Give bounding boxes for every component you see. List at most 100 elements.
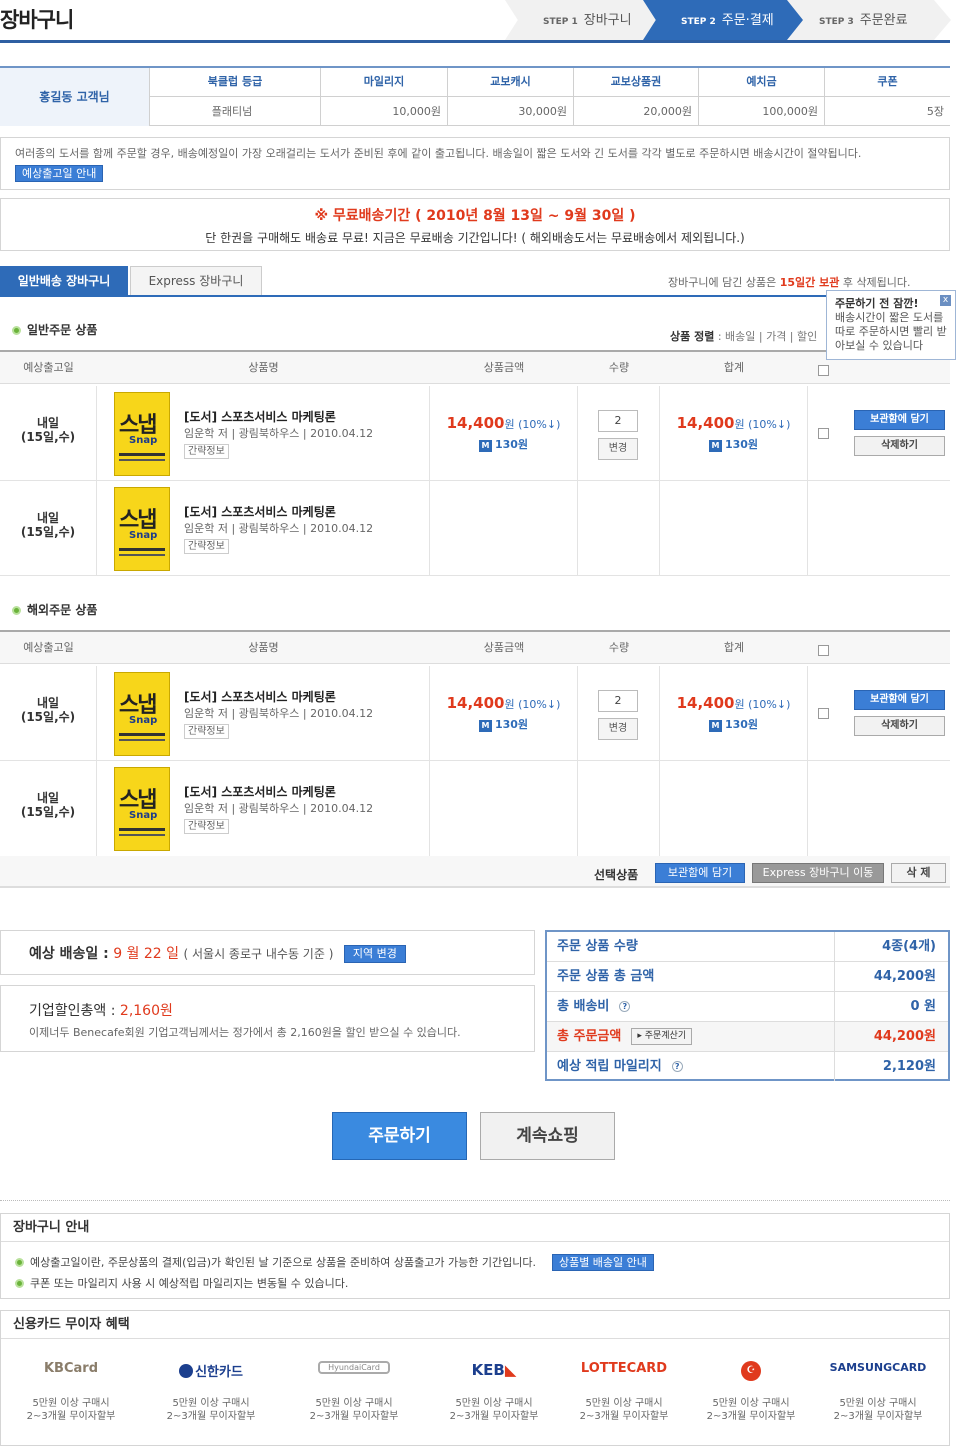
quantity-input[interactable]: 2	[598, 410, 638, 432]
select-all-checkbox[interactable]	[818, 645, 829, 656]
guide-item: 쿠폰 또는 마일리지 사용 시 예상적립 마일리지는 변동될 수 있습니다.	[15, 1275, 348, 1291]
book-cover-image[interactable]: 스냅 Snap	[114, 487, 170, 571]
product-name-link[interactable]: [도서] 스포츠서비스 마케팅론	[184, 783, 336, 800]
table-header: 예상출고일 상품명 상품금액 수량 합계	[0, 350, 950, 384]
delete-item-button[interactable]: 삭제하기	[854, 436, 945, 456]
hyundai-card-logo: HyundaiCard	[289, 1361, 419, 1383]
brief-info-button[interactable]: 간략정보	[184, 539, 229, 554]
price-cell	[430, 761, 578, 856]
quantity-change-button[interactable]: 변경	[598, 718, 638, 740]
col-value: 20,000원	[643, 105, 692, 118]
continue-shopping-button[interactable]: 계속쇼핑	[480, 1112, 615, 1160]
delivery-date: 9 월 22 일	[113, 946, 180, 962]
brief-info-button[interactable]: 간략정보	[184, 444, 229, 459]
summary-value: 2,120원	[882, 1059, 936, 1074]
price-cell: 14,400원 (10%↓) M 130원	[430, 386, 578, 481]
cover-subtitle: Snap	[129, 715, 158, 726]
product-name-link[interactable]: [도서] 스포츠서비스 마케팅론	[184, 503, 336, 520]
summary-label: 주문 상품 수량	[547, 932, 835, 961]
col-header: 북클럽 등급	[150, 68, 320, 97]
keep-note-pre: 장바구니에 담긴 상품은	[668, 276, 780, 289]
ship-date-detail: (15일,수)	[20, 805, 76, 819]
total-cell: 14,400원 (10%↓) M 130원	[660, 386, 808, 481]
lotte-card-logo: LOTTECARD	[580, 1361, 668, 1376]
select-all-checkbox[interactable]	[818, 365, 829, 376]
expected-ship-info-button[interactable]: 예상출고일 안내	[15, 165, 104, 182]
product-cell: 스냅 Snap [도서] 스포츠서비스 마케팅론 임운학 저 | 광림북하우스 |…	[97, 481, 430, 576]
section-title-text: 일반주문 상품	[27, 323, 98, 337]
product-cell: 스냅 Snap [도서] 스포츠서비스 마케팅론 임운학 저 | 광림북하우스 |…	[97, 666, 430, 761]
tab-normal-cart[interactable]: 일반배송 장바구니	[0, 266, 128, 296]
region-change-button[interactable]: 지역 변경	[343, 945, 406, 963]
product-author: 임운학 저 | 광림북하우스 | 2010.04.12	[184, 802, 374, 815]
quantity-input[interactable]: 2	[598, 690, 638, 712]
brief-info-button[interactable]: 간략정보	[184, 819, 229, 834]
move-to-express-button[interactable]: Express 장바구니 이동	[752, 863, 884, 883]
ship-date-cell: 내일 (15일,수)	[0, 481, 97, 576]
th-qty: 수량	[608, 361, 630, 374]
keep-item-button[interactable]: 보관함에 담기	[854, 690, 945, 710]
step-number: STEP 1	[543, 17, 578, 27]
qty-cell	[578, 481, 660, 576]
delivery-region: ( 서울시 종로구 내수동 기준 )	[183, 947, 334, 961]
table-header: 예상출고일 상품명 상품금액 수량 합계	[0, 630, 950, 664]
summary-label: 총 배송비	[557, 999, 610, 1014]
samsung-card-logo: SAMSUNGCARD	[829, 1361, 927, 1374]
item-checkbox[interactable]	[818, 708, 829, 719]
quantity-change-button[interactable]: 변경	[598, 438, 638, 460]
keep-item-button[interactable]: 보관함에 담기	[854, 410, 945, 430]
card-keb: KEB◣ 5만원 이상 구매시 2~3개월 무이자할부	[429, 1361, 559, 1423]
product-name-link[interactable]: [도서] 스포츠서비스 마케팅론	[184, 408, 336, 425]
step-payment: STEP 2 주문·결제	[643, 0, 803, 40]
delete-item-button[interactable]: 삭제하기	[854, 716, 945, 736]
help-icon[interactable]: ?	[671, 1061, 683, 1072]
sort-options[interactable]: : 배송일 | 가격 | 할인	[718, 330, 817, 343]
item-checkbox[interactable]	[818, 428, 829, 439]
card-hyundai: HyundaiCard 5만원 이상 구매시 2~3개월 무이자할부	[289, 1361, 419, 1423]
col-header: 예치금	[699, 68, 824, 97]
summary-label-wrap: 총 배송비?	[547, 992, 835, 1021]
member-info-table: 홍길동 고객님 북클럽 등급 플래티넘 마일리지 10,000원 교보캐시 30,00…	[0, 66, 950, 126]
book-cover-image[interactable]: 스냅 Snap	[114, 672, 170, 756]
tab-divider	[0, 295, 950, 297]
th-price: 상품금액	[483, 641, 525, 654]
card-benefits-title: 신용카드 무이자 혜택	[1, 1311, 949, 1339]
sort-control[interactable]: 상품 정렬 : 배송일 | 가격 | 할인	[670, 328, 817, 344]
brief-info-button[interactable]: 간략정보	[184, 724, 229, 739]
corp-discount-total: 기업할인총액 : 2,160원	[29, 1003, 173, 1019]
summary-label-wrap: 총 주문금액 ▸ 주문계산기	[547, 1022, 835, 1051]
product-author: 임운학 저 | 광림북하우스 | 2010.04.12	[184, 427, 374, 440]
summary-row: 주문 상품 수량 4종(4개)	[547, 932, 948, 962]
book-cover-image[interactable]: 스냅 Snap	[114, 392, 170, 476]
th-total: 합계	[723, 361, 745, 374]
keep-note-post: 후 삭제됩니다.	[839, 276, 911, 289]
bullet-icon	[15, 1258, 24, 1267]
summary-value: 0 원	[910, 999, 936, 1014]
product-cell: 스냅 Snap [도서] 스포츠서비스 마케팅론 임운학 저 | 광림북하우스 |…	[97, 386, 430, 481]
tab-express-cart[interactable]: Express 장바구니	[130, 266, 262, 296]
total-cell	[660, 761, 808, 856]
ship-date-by-item-button[interactable]: 상품별 배송일 안내	[551, 1254, 654, 1271]
summary-label: 총 주문금액	[557, 1029, 622, 1044]
book-cover-image[interactable]: 스냅 Snap	[114, 767, 170, 851]
unit-price: 14,400원 (10%↓)	[446, 694, 561, 712]
mileage-icon: M	[708, 720, 722, 732]
order-button[interactable]: 주문하기	[332, 1112, 467, 1160]
col-value: 플래티넘	[211, 105, 253, 118]
step-cart: STEP 1 장바구니	[505, 0, 665, 40]
help-icon[interactable]: ?	[619, 1001, 631, 1012]
delete-selected-button[interactable]: 삭 제	[891, 863, 946, 883]
col-header: 교보캐시	[448, 68, 573, 97]
summary-row: 총 주문금액 ▸ 주문계산기 44,200원	[547, 1022, 948, 1052]
step-label: 주문완료	[859, 13, 908, 28]
product-name-link[interactable]: [도서] 스포츠서비스 마케팅론	[184, 688, 336, 705]
keep-selected-button[interactable]: 보관함에 담기	[655, 863, 745, 883]
keb-card-logo: KEB◣	[471, 1361, 517, 1379]
close-icon[interactable]: x	[940, 295, 951, 306]
total-cell: 14,400원 (10%↓) M 130원	[660, 666, 808, 761]
ship-date: 내일	[36, 416, 60, 430]
mileage-icon: M	[478, 720, 492, 732]
order-calculator-button[interactable]: ▸ 주문계산기	[631, 1028, 693, 1045]
th-product: 상품명	[248, 361, 279, 374]
table-row: 내일 (15일,수) 스냅 Snap [도서] 스포츠서비스 마케팅론 임운학 저 …	[0, 761, 950, 856]
